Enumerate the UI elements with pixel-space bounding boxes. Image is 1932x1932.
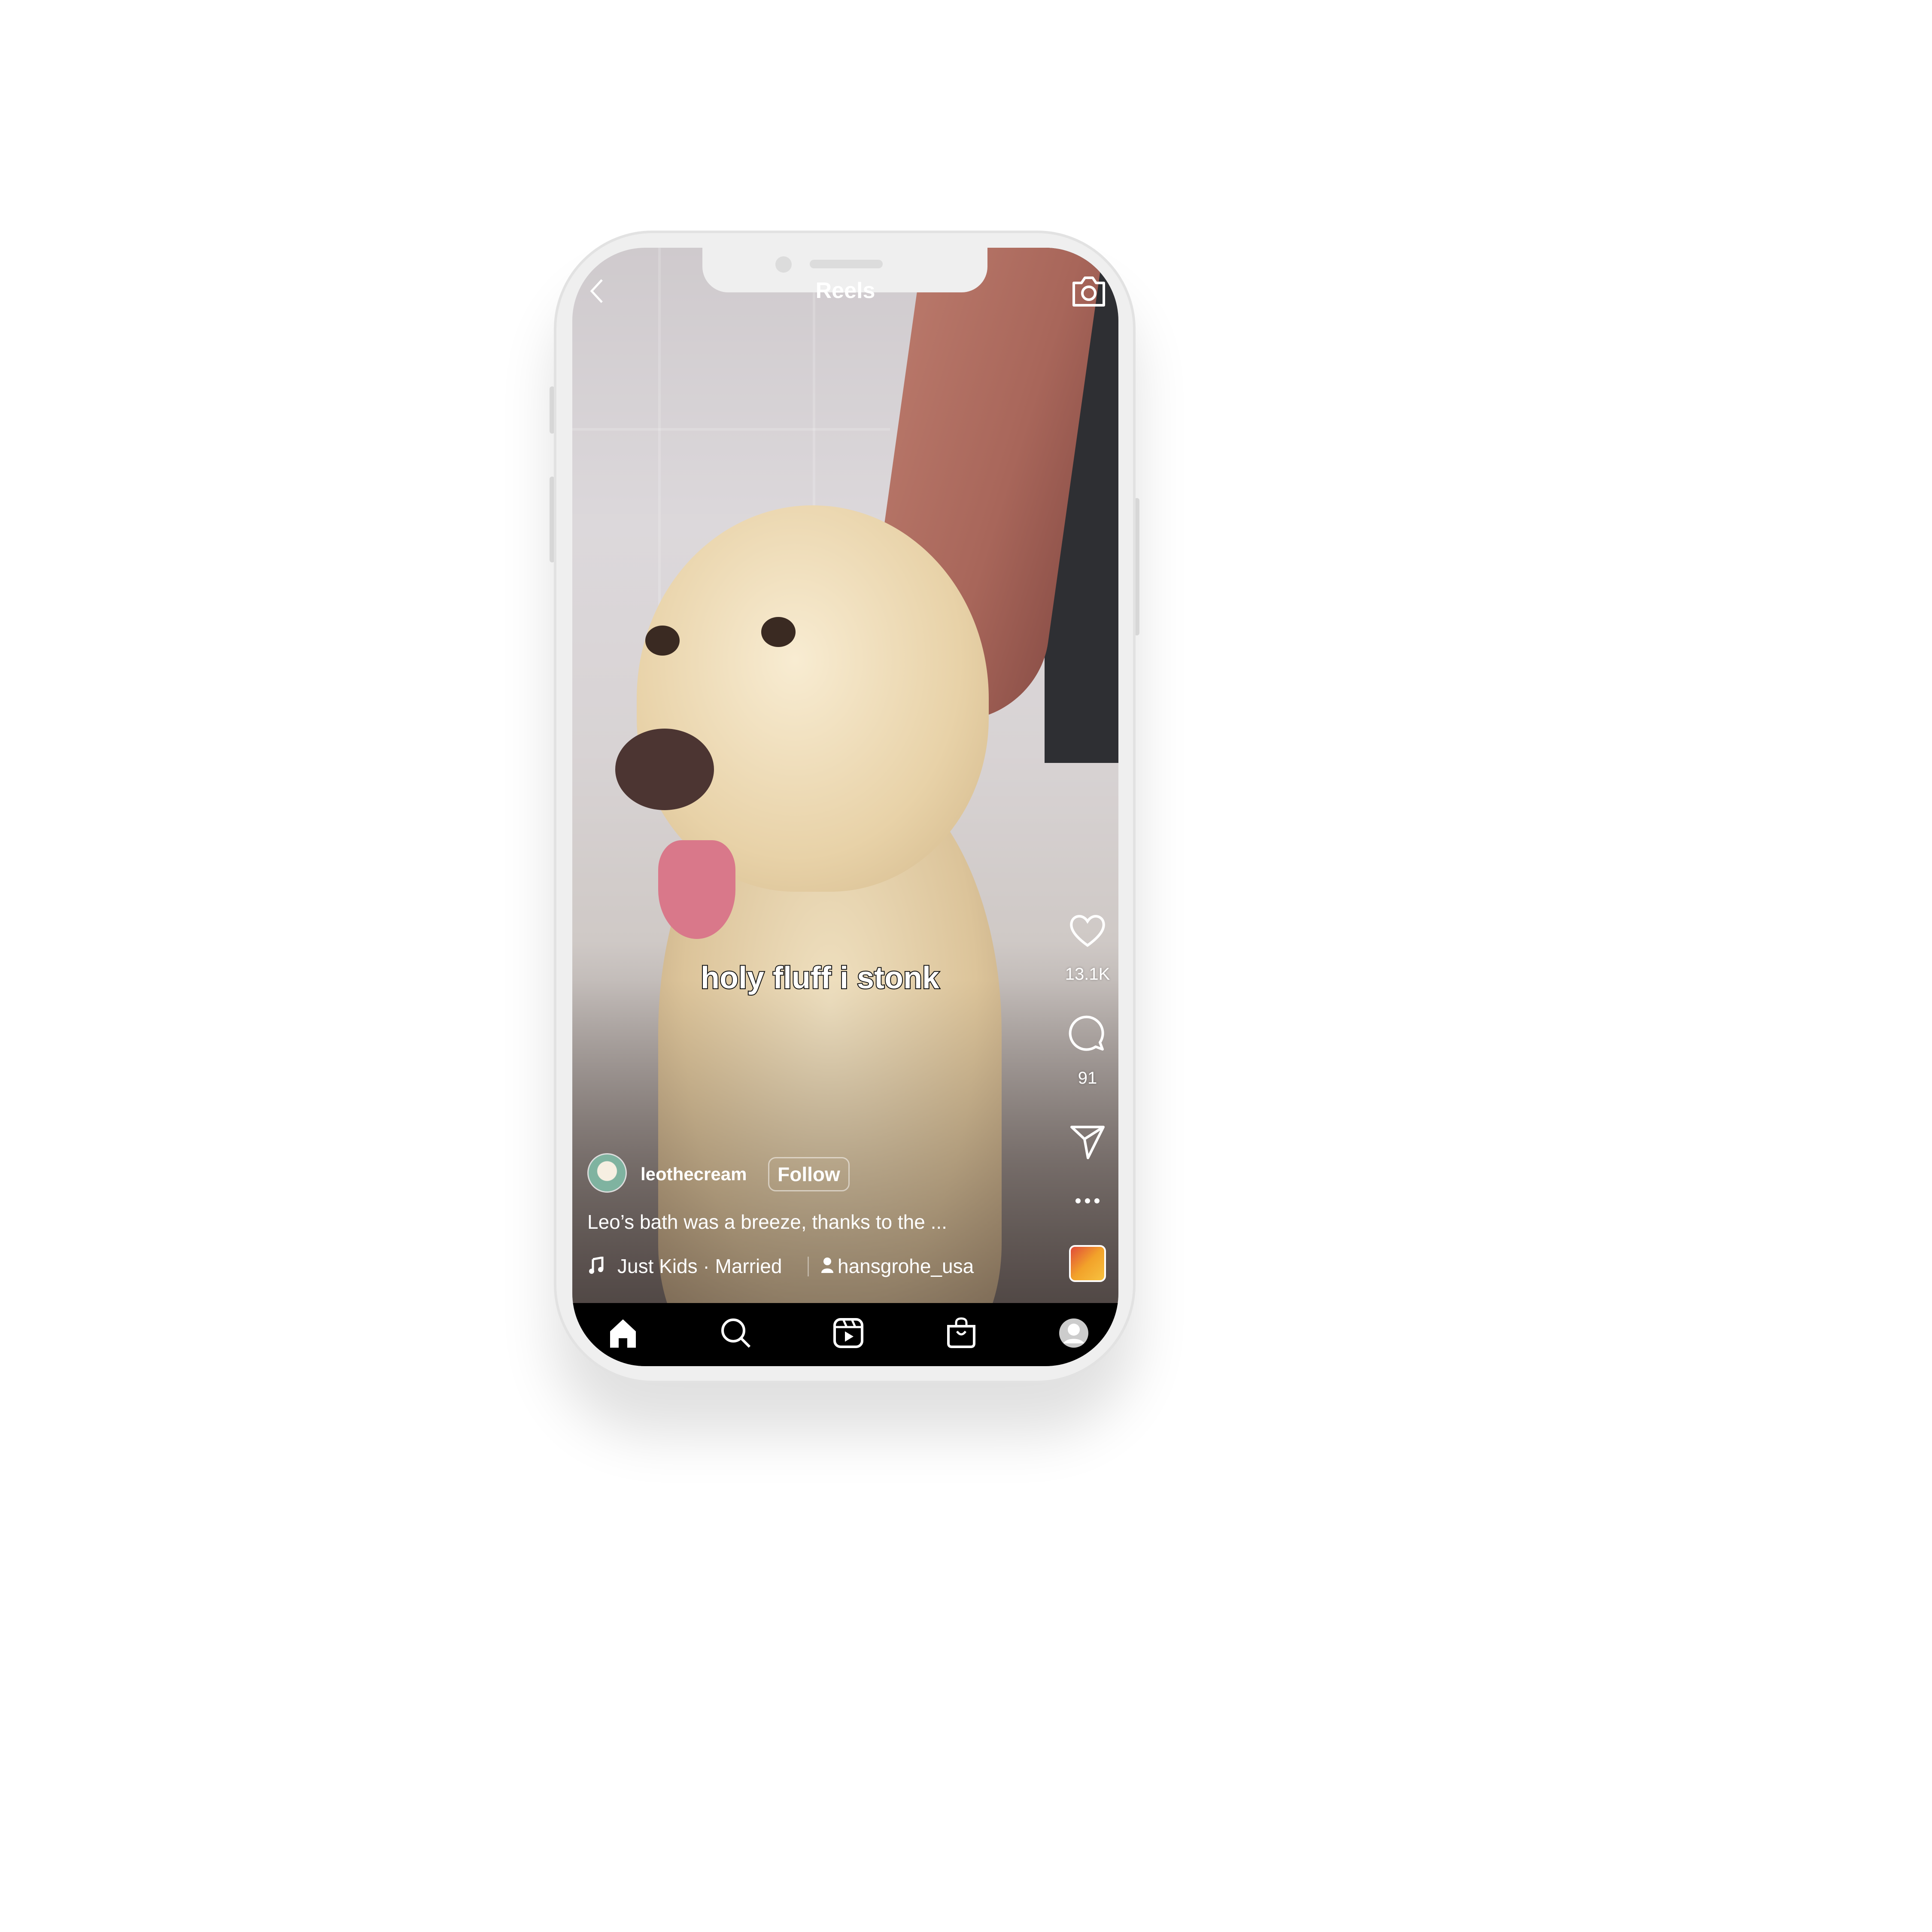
heart-icon	[1070, 915, 1105, 947]
nav-reels[interactable]	[832, 1317, 865, 1352]
like-button[interactable]	[1068, 911, 1107, 950]
follow-button[interactable]: Follow	[768, 1157, 850, 1191]
video-frame[interactable]	[572, 248, 1118, 1366]
page-title: Reels	[815, 278, 875, 303]
video-subtitle: holy fluff i stonk	[700, 960, 940, 996]
divider	[808, 1257, 809, 1276]
nav-search[interactable]	[720, 1317, 752, 1352]
nav-profile[interactable]	[1057, 1317, 1090, 1352]
camera-icon	[1072, 276, 1105, 307]
send-icon	[1070, 1126, 1105, 1159]
back-button[interactable]	[588, 278, 605, 304]
reels-icon	[833, 1318, 863, 1348]
like-count: 13.1K	[1065, 965, 1110, 984]
username[interactable]: leothecream	[641, 1164, 747, 1185]
avatar[interactable]	[587, 1153, 627, 1193]
music-note-icon	[589, 1257, 604, 1274]
more-icon	[1075, 1198, 1100, 1203]
search-icon	[721, 1318, 751, 1348]
profile-icon	[1059, 1318, 1088, 1348]
comment-button[interactable]	[1068, 1015, 1107, 1054]
home-icon	[610, 1319, 636, 1348]
comment-count: 91	[1078, 1069, 1097, 1088]
reels-screen: Reels holy fluff i stonk 13.1K 91 leothe…	[572, 248, 1118, 1366]
shop-icon	[947, 1317, 975, 1348]
audio-thumbnail[interactable]	[1069, 1245, 1106, 1282]
nav-shop[interactable]	[945, 1317, 978, 1352]
audio-track[interactable]: Just Kids · Married	[617, 1255, 782, 1278]
more-button[interactable]	[1075, 1197, 1100, 1205]
chevron-left-icon	[590, 279, 603, 303]
share-button[interactable]	[1069, 1124, 1106, 1160]
post-caption[interactable]: Leo’s bath was a breeze, thanks to the .…	[587, 1210, 947, 1233]
nav-home[interactable]	[607, 1317, 639, 1352]
camera-button[interactable]	[1070, 273, 1107, 310]
person-icon	[820, 1257, 834, 1274]
comment-icon	[1069, 1015, 1104, 1051]
tagged-user[interactable]: hansgrohe_usa	[838, 1255, 974, 1278]
